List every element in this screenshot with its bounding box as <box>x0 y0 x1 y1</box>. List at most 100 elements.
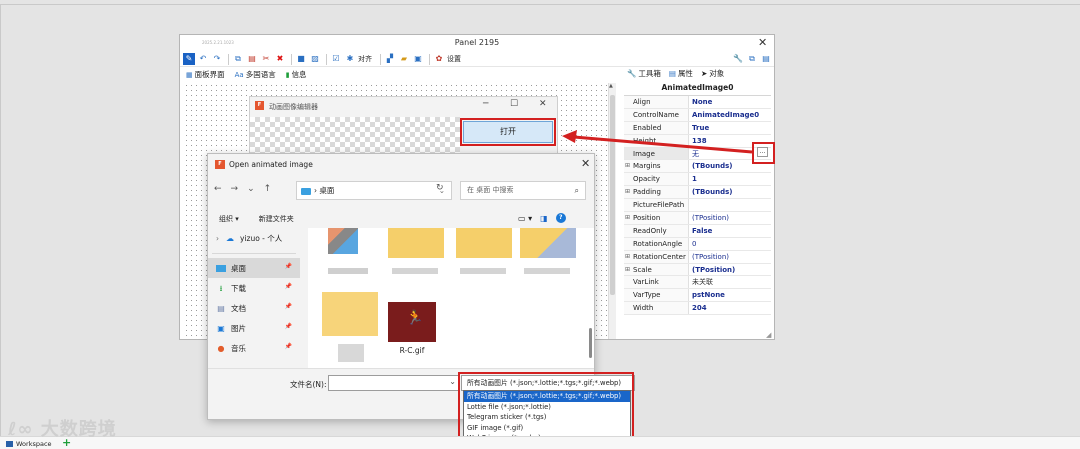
workspace-icon <box>6 441 13 447</box>
pin-icon[interactable]: 📌 <box>285 323 292 330</box>
close-icon[interactable]: ✕ <box>539 99 547 109</box>
layout-icon[interactable]: ⧉ <box>746 53 758 65</box>
tab-panel-ui[interactable]: ▦ 面板界面 <box>186 69 225 80</box>
blurred-folder[interactable] <box>520 228 576 258</box>
pointer-icon[interactable]: ✎ <box>183 53 195 65</box>
document-icon: ▤ <box>217 303 225 313</box>
blurred-file[interactable] <box>328 228 358 254</box>
blurred-folder[interactable] <box>322 292 378 336</box>
minimize-icon[interactable]: ─ <box>483 99 488 109</box>
view-icon[interactable]: ▭ ▾ <box>518 214 532 223</box>
nav-item-desktop[interactable]: 桌面 📌 <box>208 258 300 278</box>
file-list-scrollbar[interactable] <box>588 228 594 368</box>
prop-row[interactable]: ⊞ RotationCenter (TPosition) <box>624 250 771 264</box>
expand-icon[interactable]: ⊞ <box>625 251 630 263</box>
nav-item-downloads[interactable]: ⭳ 下载 📌 <box>208 278 300 298</box>
folder-icon[interactable]: ▰ <box>398 53 410 65</box>
search-input[interactable]: 在 桌面 中搜索 ⌕ <box>460 181 586 200</box>
top-border <box>0 4 1080 5</box>
prop-row[interactable]: ⊞ Padding (TBounds) <box>624 186 771 200</box>
prop-row[interactable]: ControlName AnimatedImage0 <box>624 108 771 122</box>
expand-icon[interactable]: ⊞ <box>625 186 630 198</box>
cut-icon[interactable]: ✂ <box>260 53 272 65</box>
maximize-icon[interactable]: ☐ <box>510 99 518 109</box>
watermark: ℓ∞ 大数跨境 <box>8 419 117 440</box>
undo-icon[interactable]: ↶ <box>197 53 209 65</box>
nav-item-documents[interactable]: ▤ 文档 📌 <box>208 298 300 318</box>
refresh-icon[interactable]: ↻ <box>436 183 444 193</box>
file-name-gif[interactable]: R-C.gif <box>388 346 436 355</box>
delete-icon[interactable]: ✖ <box>274 53 286 65</box>
scroll-up-icon[interactable]: ▲ <box>609 83 613 89</box>
save-icon[interactable]: ▣ <box>412 53 424 65</box>
pin-icon[interactable]: 📌 <box>285 263 292 270</box>
expand-icon[interactable]: ⊞ <box>625 264 630 276</box>
tab-properties[interactable]: ▤ 属性 <box>669 68 693 79</box>
scroll-thumb[interactable] <box>589 328 592 358</box>
gear-icon[interactable]: ✿ <box>433 53 445 65</box>
up-icon[interactable]: ↑ <box>264 184 272 194</box>
scroll-thumb[interactable] <box>610 95 615 295</box>
toolbar-separator <box>429 53 430 65</box>
file-list[interactable] <box>308 228 594 368</box>
forward-icon[interactable]: → <box>231 184 239 194</box>
cloud-icon: ☁ <box>226 233 234 243</box>
organize-menu[interactable]: 组织 ▾ <box>219 214 239 224</box>
window-icon[interactable]: ▤ <box>760 53 772 65</box>
paste-icon[interactable]: ▤ <box>246 53 258 65</box>
redo-icon[interactable]: ↷ <box>211 53 223 65</box>
close-icon[interactable]: ✕ <box>758 36 767 49</box>
nav-item-pictures[interactable]: ▣ 图片 📌 <box>208 318 300 338</box>
blurred-label <box>328 268 368 274</box>
back-icon[interactable]: ← <box>214 184 222 194</box>
prop-row[interactable]: ⊞ Margins (TBounds) <box>624 160 771 174</box>
nav-item-music[interactable]: ● 音乐 📌 <box>208 338 300 358</box>
resize-grip-icon[interactable]: ◢ <box>766 331 771 339</box>
tab-info[interactable]: ▮ 信息 <box>286 69 307 80</box>
check-icon[interactable]: ☑ <box>330 53 342 65</box>
blurred-folder[interactable] <box>456 228 512 258</box>
new-folder-button[interactable]: 新建文件夹 <box>259 214 294 224</box>
file-name-input[interactable]: ⌄ <box>328 375 460 391</box>
front-icon[interactable]: ■ <box>295 53 307 65</box>
prop-row[interactable]: VarType pstNone <box>624 289 771 303</box>
tab-objects[interactable]: ➤ 对象 <box>701 68 724 79</box>
align-icon[interactable]: ✱ <box>344 53 356 65</box>
prop-row[interactable]: PictureFilePath <box>624 199 771 213</box>
tab-workspace[interactable]: Workspace <box>6 440 52 448</box>
prop-row[interactable]: ⊞ Position (TPosition) <box>624 212 771 225</box>
gif-thumbnail[interactable]: 🏃 <box>388 302 436 342</box>
expand-icon[interactable]: ⊞ <box>625 160 630 172</box>
wrench-icon[interactable]: 🔧 <box>732 53 744 65</box>
designer-scrollbar[interactable]: ▲ <box>608 83 616 339</box>
tab-languages[interactable]: Aa 多国语言 <box>235 69 276 80</box>
blurred-folder[interactable] <box>388 228 444 258</box>
chevron-down-icon[interactable]: ⌄ <box>247 184 255 194</box>
address-bar[interactable]: › 桌面 ⌄ <box>296 181 452 200</box>
nav-item-onedrive[interactable]: › ☁ yizuo - 个人 <box>208 228 300 248</box>
prop-row[interactable]: Opacity 1 <box>624 173 771 187</box>
back-icon[interactable]: ▨ <box>309 53 321 65</box>
expand-icon[interactable]: ⊞ <box>625 212 630 224</box>
pin-icon[interactable]: 📌 <box>285 303 292 310</box>
tab-toolbox[interactable]: 🔧 工具箱 <box>627 68 661 79</box>
prop-row[interactable]: Width 204 <box>624 302 771 316</box>
prop-row[interactable]: VarLink 未关联 <box>624 276 771 290</box>
help-icon[interactable]: ? <box>555 213 566 223</box>
copy-icon[interactable]: ⧉ <box>232 53 244 65</box>
prop-row[interactable]: Align None <box>624 96 771 109</box>
chevron-right-icon[interactable]: › <box>216 234 219 243</box>
toolbar-separator <box>228 53 229 65</box>
chevron-down-icon[interactable]: ⌄ <box>449 377 456 386</box>
settings-menu[interactable]: 设置 <box>447 54 461 64</box>
prop-row[interactable]: ReadOnly False <box>624 224 771 238</box>
pin-icon[interactable]: 📌 <box>285 343 292 350</box>
close-icon[interactable]: ✕ <box>581 157 590 170</box>
properties-icon: ▤ <box>668 69 676 78</box>
tool-icon[interactable]: ▞ <box>384 53 396 65</box>
pane-icon[interactable]: ◨ <box>540 214 548 223</box>
prop-row[interactable]: ⊞ Scale (TPosition) <box>624 263 771 277</box>
prop-row[interactable]: RotationAngle 0 <box>624 237 771 251</box>
align-menu[interactable]: 对齐 <box>358 54 372 64</box>
pin-icon[interactable]: 📌 <box>285 283 292 290</box>
